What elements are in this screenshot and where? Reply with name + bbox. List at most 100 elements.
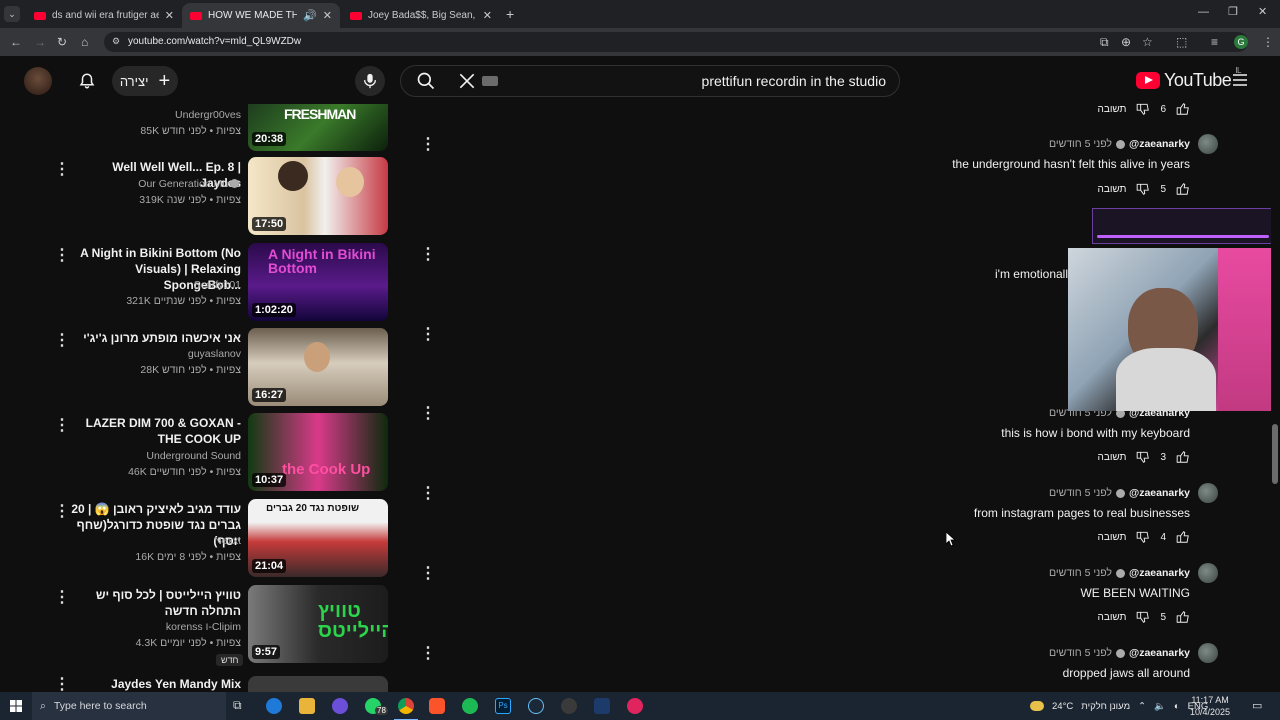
fl-studio-icon[interactable] bbox=[594, 698, 610, 714]
dislike-icon[interactable] bbox=[1136, 610, 1150, 624]
tab-joey-badass[interactable]: Joey Bada$$, Big Sean, Ab-Soul ✕ bbox=[342, 3, 500, 28]
more-actions-icon[interactable]: ⋮ bbox=[420, 324, 436, 344]
reply-button[interactable]: תשובה bbox=[1098, 612, 1127, 623]
url-text[interactable]: youtube.com/watch?v=mld_QL9WZDw bbox=[128, 36, 301, 47]
search-icon[interactable] bbox=[416, 71, 436, 91]
spotify-icon[interactable] bbox=[462, 698, 478, 714]
browser-menu-icon[interactable]: ⋮ bbox=[1262, 35, 1274, 49]
comment-time[interactable]: לפני 5 חודשים bbox=[1049, 647, 1112, 659]
comment-time[interactable]: לפני 5 חודשים bbox=[1049, 487, 1112, 499]
dislike-icon[interactable] bbox=[1136, 182, 1150, 196]
comment-author[interactable]: @zaeanarky bbox=[1129, 567, 1190, 579]
more-actions-icon[interactable]: ⋮ bbox=[54, 674, 70, 692]
voice-search-button[interactable] bbox=[355, 66, 385, 96]
related-video[interactable]: ⋮ Jaydes Yen Mandy Mix bbox=[40, 674, 390, 692]
dislike-icon[interactable] bbox=[1136, 530, 1150, 544]
tab-frutiger[interactable]: ds and wii era frutiger aero ✕ bbox=[26, 3, 182, 28]
tab-search-button[interactable]: ⌄ bbox=[4, 6, 20, 22]
commenter-avatar[interactable] bbox=[1198, 134, 1218, 154]
related-video[interactable]: 16:27 ⋮ אני איכשהו מופתע מרונן ג'יג'י gu… bbox=[40, 328, 390, 408]
comment-time[interactable]: לפני 5 חודשים bbox=[1049, 567, 1112, 579]
channel-name[interactable]: korenss ו-Clipim bbox=[70, 621, 241, 633]
related-video[interactable]: FRESHMAN 20:38 Undergr00ves 85K צפיות • … bbox=[40, 104, 390, 152]
reply-button[interactable]: תשובה bbox=[1098, 104, 1127, 115]
like-icon[interactable] bbox=[1176, 450, 1190, 464]
more-actions-icon[interactable]: ⋮ bbox=[54, 587, 70, 607]
like-icon[interactable] bbox=[1176, 530, 1190, 544]
minimize-icon[interactable]: — bbox=[1198, 6, 1209, 18]
guide-menu-icon[interactable] bbox=[1232, 72, 1248, 88]
more-actions-icon[interactable]: ⋮ bbox=[420, 403, 436, 423]
comment-time[interactable]: לפני 5 חודשים bbox=[1049, 138, 1112, 150]
weather-icon[interactable] bbox=[1030, 701, 1044, 711]
task-view-icon[interactable]: ⧉ bbox=[233, 698, 249, 714]
more-actions-icon[interactable]: ⋮ bbox=[420, 483, 436, 503]
more-actions-icon[interactable]: ⋮ bbox=[420, 244, 436, 264]
network-icon[interactable]: ◐ bbox=[1174, 701, 1180, 712]
like-icon[interactable] bbox=[1176, 102, 1190, 116]
profile-icon[interactable]: G bbox=[1234, 35, 1248, 49]
channel-name[interactable]: Our Generation Music bbox=[70, 178, 241, 190]
extensions-icon[interactable]: ⬚ bbox=[1176, 35, 1187, 49]
more-actions-icon[interactable]: ⋮ bbox=[420, 643, 436, 663]
media-controls-icon[interactable]: ≡ bbox=[1211, 35, 1218, 49]
notifications-bell-icon[interactable] bbox=[78, 72, 96, 90]
more-actions-icon[interactable]: ⋮ bbox=[420, 563, 436, 583]
reload-icon[interactable]: ↻ bbox=[57, 35, 67, 49]
video-title[interactable]: Jaydes Yen Mandy Mix bbox=[70, 676, 241, 692]
tab-active-video[interactable]: HOW WE MADE THE 2025 🔊 ✕ bbox=[182, 3, 340, 28]
related-video[interactable]: A Night in Bikini Bottom 1:02:20 ⋮ A Nig… bbox=[40, 243, 390, 323]
channel-name[interactable]: guyaslanov bbox=[70, 348, 241, 360]
comment-author[interactable]: @zaeanarky bbox=[1129, 487, 1190, 499]
weather-desc[interactable]: מעונן חלקית bbox=[1081, 701, 1130, 712]
comment-author[interactable]: @zaeanarky bbox=[1129, 138, 1190, 150]
youtube-logo[interactable]: YouTube IL bbox=[1136, 66, 1241, 91]
file-explorer-icon[interactable] bbox=[299, 698, 315, 714]
windows-start-icon[interactable] bbox=[10, 700, 22, 712]
photoshop-icon[interactable]: Ps bbox=[495, 698, 511, 714]
related-video[interactable]: the Cook Up 10:37 ⋮ LAZER DIM 700 & GOXA… bbox=[40, 413, 390, 493]
scrollbar-thumb[interactable] bbox=[1272, 424, 1278, 484]
dislike-icon[interactable] bbox=[1136, 450, 1150, 464]
obs-icon[interactable] bbox=[561, 698, 577, 714]
related-video[interactable]: טוויץ היילייטס 9:57 ⋮ טוויץ היילייטס | לכ… bbox=[40, 585, 390, 666]
reply-button[interactable]: תשובה bbox=[1098, 532, 1127, 543]
commenter-avatar[interactable] bbox=[1198, 643, 1218, 663]
speaker-icon[interactable]: 🔊 bbox=[303, 9, 317, 22]
more-actions-icon[interactable]: ⋮ bbox=[420, 134, 436, 154]
tray-chevron-icon[interactable]: ⌃ bbox=[1138, 701, 1146, 712]
app-icon[interactable] bbox=[627, 698, 643, 714]
channel-name[interactable]: Nexxt bbox=[70, 535, 241, 547]
chrome-icon[interactable] bbox=[398, 698, 414, 714]
close-tab-icon[interactable]: ✕ bbox=[323, 9, 332, 22]
like-icon[interactable] bbox=[1176, 610, 1190, 624]
taskbar-clock[interactable]: 11:17 AM 10/4/2025 bbox=[1190, 694, 1230, 718]
forward-icon[interactable]: → bbox=[34, 35, 46, 49]
keyboard-icon[interactable] bbox=[482, 76, 498, 86]
page-scrollbar[interactable] bbox=[1271, 60, 1280, 692]
weather-temp[interactable]: 24°C bbox=[1052, 701, 1073, 712]
more-actions-icon[interactable]: ⋮ bbox=[54, 330, 70, 350]
create-button[interactable]: יצירה + bbox=[112, 66, 178, 96]
channel-name[interactable]: Undergr00ves bbox=[70, 109, 241, 121]
more-actions-icon[interactable]: ⋮ bbox=[54, 159, 70, 179]
video-title[interactable]: אני איכשהו מופתע מרונן ג'יג'י bbox=[70, 330, 241, 346]
steam-icon[interactable] bbox=[528, 698, 544, 714]
avatar[interactable] bbox=[24, 67, 52, 95]
comment-author[interactable]: @zaeanarky bbox=[1129, 647, 1190, 659]
dislike-icon[interactable] bbox=[1136, 102, 1150, 116]
search-input[interactable]: prettifun recordin in the studio bbox=[560, 73, 886, 89]
like-icon[interactable] bbox=[1176, 182, 1190, 196]
notification-center-icon[interactable]: ▭ bbox=[1252, 699, 1262, 712]
video-title[interactable]: LAZER DIM 700 & GOXAN - THE COOK UP bbox=[70, 415, 241, 447]
more-actions-icon[interactable]: ⋮ bbox=[54, 245, 70, 265]
new-tab-button[interactable]: + bbox=[506, 6, 514, 22]
cast-icon[interactable]: ⧉ bbox=[1100, 35, 1109, 50]
clear-search-icon[interactable] bbox=[457, 71, 477, 91]
close-tab-icon[interactable]: ✕ bbox=[483, 9, 492, 22]
volume-icon[interactable]: 🔈 bbox=[1154, 701, 1166, 712]
reply-button[interactable]: תשובה bbox=[1098, 452, 1127, 463]
app-icon[interactable] bbox=[332, 698, 348, 714]
channel-name[interactable]: Scarfy101 bbox=[70, 279, 241, 291]
related-video[interactable]: 17:50 ⋮ Well Well Well... Ep. 8 | Jaydes… bbox=[40, 157, 390, 237]
